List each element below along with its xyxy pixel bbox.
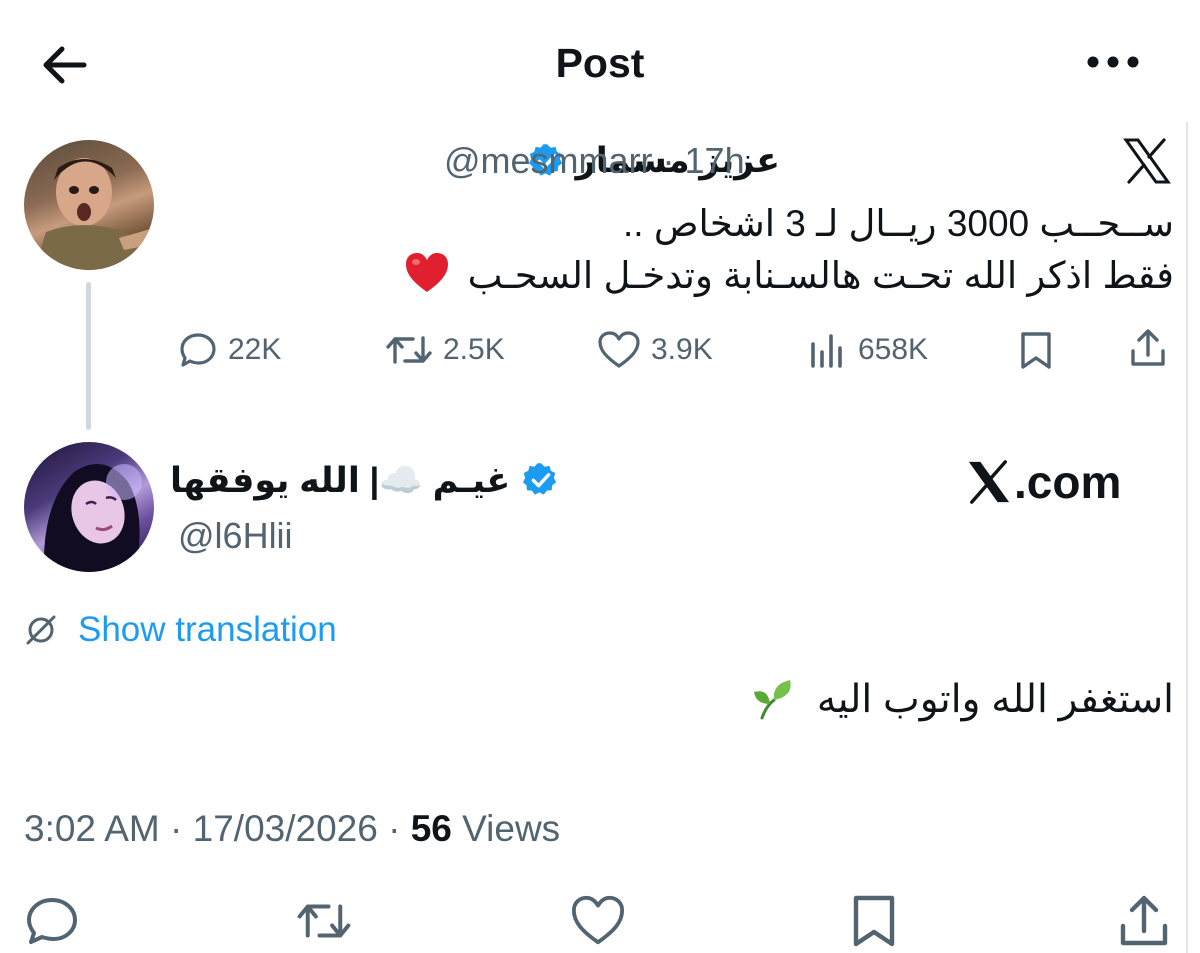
views-number: 56	[410, 808, 452, 849]
timestamp: 3:02 AM · 17/03/2026 ·	[24, 808, 401, 849]
reply-author-row[interactable]: غيـم ☁️| الله يوفقها	[170, 455, 560, 505]
reply-handle[interactable]: @l6Hlii	[178, 514, 293, 558]
heart-icon	[598, 331, 640, 368]
quoted-text-line2: فقط اذكر الله تحـت هالسـنابة وتدخـل السح…	[467, 255, 1174, 296]
views-action[interactable]: 658K	[808, 330, 928, 370]
quoted-handle-time[interactable]: @mesmmarr · 17h	[444, 140, 745, 182]
reply-action[interactable]: 22K	[178, 330, 281, 370]
repost-action[interactable]: 2.5K	[385, 330, 505, 370]
quoted-handle: @mesmmarr	[444, 140, 653, 181]
verified-badge-icon	[523, 463, 557, 495]
page-title: Post	[555, 40, 645, 86]
x-com-watermark: .com	[966, 455, 1121, 509]
like-button-icon[interactable]	[570, 893, 626, 949]
quoted-text-line1: ســحــب 3000 ريــال لـ 3 اشخاص ..	[622, 203, 1174, 244]
bookmark-action[interactable]	[1018, 330, 1064, 370]
share-action[interactable]	[1128, 328, 1178, 368]
views-count: 658K	[858, 333, 929, 366]
bookmark-icon	[1021, 332, 1051, 369]
views-chart-icon	[811, 334, 842, 368]
watermark-text: .com	[1014, 456, 1122, 508]
repost-count: 2.5K	[443, 333, 505, 366]
reply-text: استغفر الله واتوب اليه	[816, 678, 1174, 721]
show-translation-link[interactable]: Show translation	[24, 608, 337, 652]
reply-tweet-text: استغفر الله واتوب اليه	[752, 672, 1174, 728]
translate-globe-icon	[26, 615, 56, 645]
avatar-l6Hlii[interactable]	[24, 442, 154, 572]
scroll-edge-divider	[1186, 122, 1188, 953]
quoted-text-line2-row: فقط اذكر الله تحـت هالسـنابة وتدخـل السح…	[174, 250, 1174, 302]
repost-button-icon[interactable]	[296, 893, 352, 949]
share-icon	[1131, 329, 1165, 366]
red-heart-emoji-icon	[406, 253, 449, 292]
x-logo-icon	[968, 460, 1010, 504]
views-label: Views	[462, 808, 561, 849]
repost-icon	[386, 336, 432, 364]
seedling-emoji-icon	[753, 680, 791, 720]
show-translation-label: Show translation	[78, 610, 337, 649]
like-count: 3.9K	[651, 333, 713, 366]
quoted-time: · 17h	[662, 140, 745, 181]
share-button-icon[interactable]	[1116, 893, 1172, 949]
bookmark-button-icon[interactable]	[846, 893, 902, 949]
reply-icon	[180, 333, 216, 367]
tweet-meta: 3:02 AM · 17/03/2026 · 56 Views	[24, 806, 560, 852]
reply-display-name: غيـم ☁️| الله يوفقها	[170, 460, 511, 500]
thread-connector-line	[86, 282, 91, 430]
more-options-icon[interactable]	[1085, 50, 1141, 74]
avatar-mesmmarr[interactable]	[24, 140, 154, 270]
quoted-tweet-text: ســحــب 3000 ريــال لـ 3 اشخاص .. فقط اذ…	[174, 198, 1174, 302]
like-action[interactable]: 3.9K	[597, 330, 713, 370]
x-logo-icon	[1123, 138, 1171, 184]
reply-button-icon[interactable]	[24, 893, 80, 949]
reply-count: 22K	[228, 333, 282, 366]
